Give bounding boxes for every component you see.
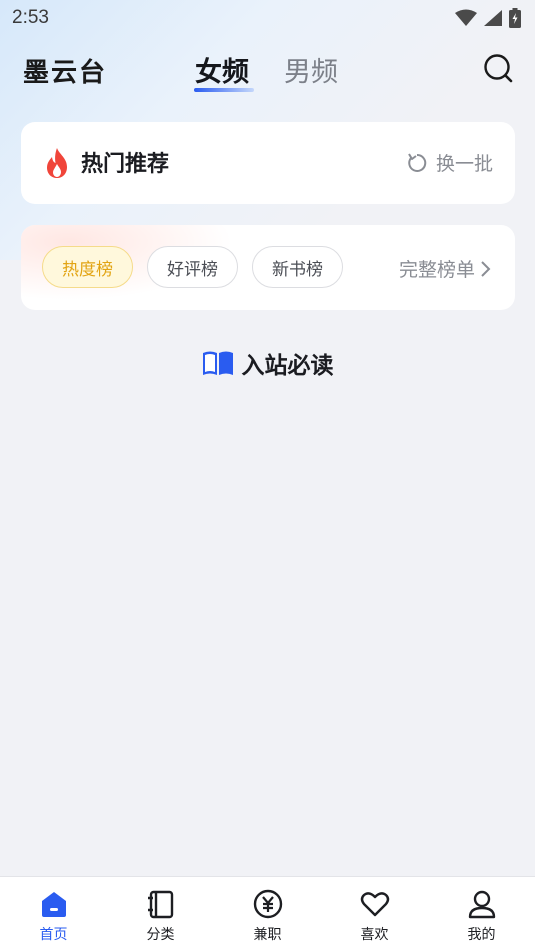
nav-parttime[interactable]: 兼职 <box>214 877 321 951</box>
fire-icon <box>47 148 67 178</box>
nav-home-label: 首页 <box>39 927 68 943</box>
yen-icon <box>253 889 282 919</box>
home-icon <box>41 892 66 917</box>
must-read-section: 入站必读 <box>0 346 535 380</box>
status-time: 2:53 <box>12 7 49 28</box>
nav-category[interactable]: 分类 <box>107 877 214 951</box>
nav-category-label: 分类 <box>146 927 175 943</box>
full-ranking-link[interactable]: 完整榜单 <box>399 255 491 282</box>
chevron-right-icon <box>481 260 491 277</box>
tab-male[interactable]: 男频 <box>284 50 338 89</box>
book-icon <box>202 351 233 375</box>
refresh-icon <box>408 152 427 172</box>
user-icon <box>468 890 495 919</box>
nav-profile[interactable]: 我的 <box>428 877 535 951</box>
refresh-label: 换一批 <box>435 153 493 175</box>
signal-icon <box>484 10 502 26</box>
tab-female[interactable]: 女频 <box>195 50 249 89</box>
status-icons <box>455 8 521 28</box>
search-icon[interactable] <box>482 52 514 84</box>
heart-icon <box>360 892 389 917</box>
ranking-card: 热度榜 好评榜 新书榜 完整榜单 <box>21 225 515 310</box>
hot-recommend-card: 热门推荐 换一批 <box>21 122 515 204</box>
category-icon <box>147 890 173 919</box>
nav-favorites[interactable]: 喜欢 <box>321 877 428 951</box>
status-bar: 2:53 <box>0 0 535 36</box>
chip-hot-ranking[interactable]: 热度榜 <box>42 246 133 288</box>
app-title: 墨云台 <box>23 58 108 88</box>
full-ranking-label: 完整榜单 <box>398 259 475 281</box>
nav-parttime-label: 兼职 <box>253 927 282 943</box>
battery-icon <box>509 8 521 28</box>
must-read-title: 入站必读 <box>241 353 334 379</box>
nav-home[interactable]: 首页 <box>0 877 107 951</box>
chip-rating-ranking[interactable]: 好评榜 <box>147 246 238 288</box>
top-header: 墨云台 女频 男频 <box>0 44 535 100</box>
wifi-icon <box>455 9 477 26</box>
refresh-button[interactable]: 换一批 <box>406 149 493 176</box>
active-tab-indicator <box>194 88 254 92</box>
hot-section-title: 热门推荐 <box>81 152 170 177</box>
bottom-nav: 首页 分类 兼职 喜欢 我的 <box>0 876 535 951</box>
nav-profile-label: 我的 <box>467 927 496 943</box>
nav-favorites-label: 喜欢 <box>360 927 389 943</box>
chip-new-ranking[interactable]: 新书榜 <box>252 246 343 288</box>
